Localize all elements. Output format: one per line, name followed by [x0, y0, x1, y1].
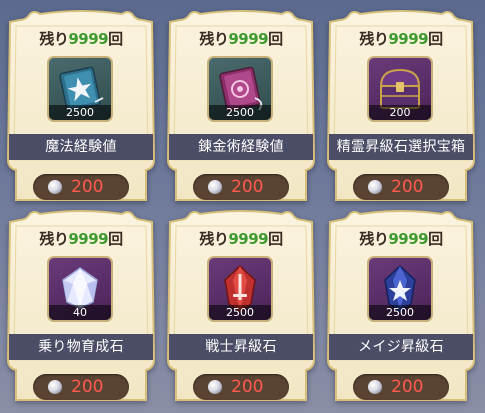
item-tile: 2500: [207, 256, 273, 322]
price-button[interactable]: 200: [193, 174, 289, 200]
item-count: 40: [49, 305, 111, 320]
item-name: メイジ昇級石: [329, 334, 473, 360]
price-button[interactable]: 200: [353, 374, 449, 400]
pearl-icon: [368, 180, 382, 194]
item-count: 2500: [209, 105, 271, 120]
item-name: 魔法経験値: [9, 134, 153, 160]
price-button[interactable]: 200: [353, 174, 449, 200]
pearl-icon: [208, 380, 222, 394]
shop-item-card-1[interactable]: 残り9999回 2500 魔法経験値 200: [6, 10, 156, 205]
price-button[interactable]: 200: [33, 374, 129, 400]
pearl-icon: [208, 180, 222, 194]
item-count: 2500: [49, 105, 111, 120]
price-value: 200: [391, 377, 424, 397]
item-tile: 40: [47, 256, 113, 322]
item-count: 2500: [369, 305, 431, 320]
item-tile: 2500: [207, 56, 273, 122]
remaining-count-label: 残り9999回: [39, 30, 123, 48]
price-button[interactable]: 200: [33, 174, 129, 200]
price-value: 200: [231, 177, 264, 197]
remaining-count-label: 残り9999回: [39, 230, 123, 248]
item-tile: 2500: [47, 56, 113, 122]
shop-item-card-5[interactable]: 残り9999回 2500 戦士昇級石 200: [166, 210, 316, 405]
remaining-count-label: 残り9999回: [359, 30, 443, 48]
price-value: 200: [231, 377, 264, 397]
item-tile: 2500: [367, 256, 433, 322]
item-name: 精霊昇級石選択宝箱: [329, 134, 473, 160]
price-button[interactable]: 200: [193, 374, 289, 400]
pearl-icon: [368, 380, 382, 394]
item-count: 2500: [209, 305, 271, 320]
shop-screen: { "remain_prefix": "残り", "remain_suffix"…: [0, 0, 485, 413]
price-value: 200: [391, 177, 424, 197]
item-tile: 200: [367, 56, 433, 122]
pearl-icon: [48, 180, 62, 194]
shop-item-card-2[interactable]: 残り9999回 2500 錬金術経験値 200: [166, 10, 316, 205]
shop-item-card-3[interactable]: 残り9999回 200 精霊昇級石選択宝箱 200: [326, 10, 476, 205]
remaining-count-label: 残り9999回: [199, 30, 283, 48]
remaining-count-label: 残り9999回: [359, 230, 443, 248]
pearl-icon: [48, 380, 62, 394]
item-name: 錬金術経験値: [169, 134, 313, 160]
item-count: 200: [369, 105, 431, 120]
price-value: 200: [71, 377, 104, 397]
shop-item-card-4[interactable]: 残り9999回 40 乗り物育成石 200: [6, 210, 156, 405]
item-name: 乗り物育成石: [9, 334, 153, 360]
shop-item-card-6[interactable]: 残り9999回 2500 メイジ昇級石 200: [326, 210, 476, 405]
price-value: 200: [71, 177, 104, 197]
item-name: 戦士昇級石: [169, 334, 313, 360]
remaining-count-label: 残り9999回: [199, 230, 283, 248]
